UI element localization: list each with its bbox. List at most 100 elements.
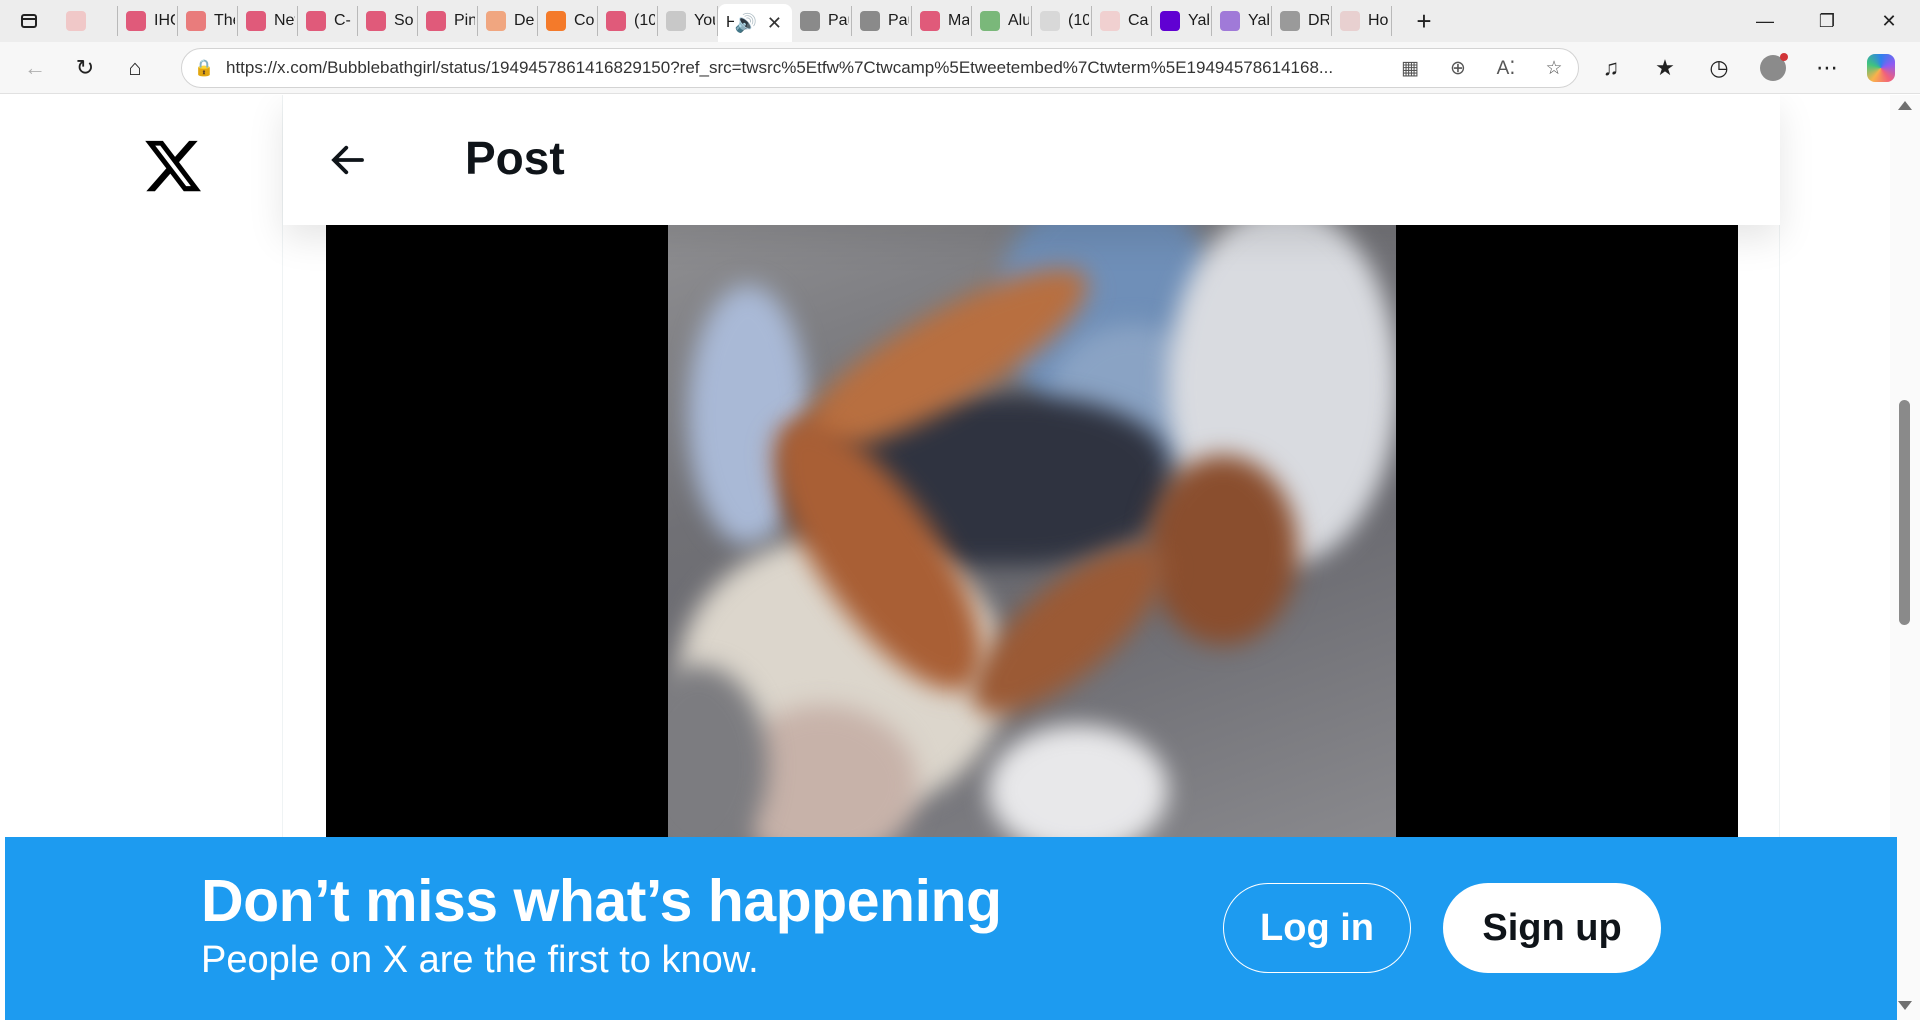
- tab-actions-icon: [21, 14, 37, 28]
- tab-label: Malc: [948, 12, 969, 29]
- tab-label: Alun: [1008, 12, 1029, 29]
- more-menu-icon[interactable]: ⋯: [1800, 48, 1854, 88]
- avatar: [1760, 53, 1788, 81]
- tab-label: Yahc: [1188, 12, 1209, 29]
- slash-icon: [1280, 11, 1300, 31]
- browser-tab[interactable]: [58, 6, 118, 36]
- tab-label: Coul: [574, 12, 595, 29]
- home-button[interactable]: ⌂: [110, 48, 160, 88]
- browser-tab[interactable]: HOR🔊 ✕: [718, 4, 792, 42]
- youtube-icon: [366, 11, 386, 31]
- url-text[interactable]: https://x.com/Bubblebathgirl/status/1949…: [226, 58, 1386, 78]
- tab-label: The: [214, 12, 235, 29]
- signup-banner: Don’t miss what’s happening People on X …: [5, 837, 1897, 1020]
- browser-tab[interactable]: So W: [358, 6, 418, 36]
- history-icon[interactable]: ◷: [1692, 48, 1746, 88]
- login-button[interactable]: Log in: [1223, 883, 1411, 973]
- browser-tab[interactable]: Yahc: [1152, 6, 1212, 36]
- tab-label: (100: [1068, 12, 1089, 29]
- browser-tab[interactable]: Dele: [478, 6, 538, 36]
- tab-label: DRU: [1308, 12, 1329, 29]
- browser-tab[interactable]: The: [178, 6, 238, 36]
- close-window-button[interactable]: ✕: [1858, 0, 1920, 42]
- cm-icon: [306, 11, 326, 31]
- web-page: Post Don’t miss what’s happening People …: [0, 95, 1920, 1020]
- browser-tab[interactable]: New: [238, 6, 298, 36]
- tab-label: Paul: [888, 12, 909, 29]
- site-info-icon[interactable]: 🔒: [182, 58, 226, 78]
- tab-actions-button[interactable]: [0, 0, 58, 42]
- fp-icon: [1040, 11, 1060, 31]
- tab-label: (100: [634, 12, 655, 29]
- address-bar[interactable]: 🔒 https://x.com/Bubblebathgirl/status/19…: [181, 48, 1579, 88]
- bookmark-icon: [546, 11, 566, 31]
- tab-label: Yahc: [1248, 12, 1269, 29]
- browser-tab[interactable]: C- W: [298, 6, 358, 36]
- page-title: Post: [465, 132, 565, 184]
- speaker-icon[interactable]: 🔊: [734, 13, 756, 34]
- browser-tab[interactable]: (100: [598, 6, 658, 36]
- minimize-button[interactable]: —: [1734, 0, 1796, 42]
- tab-label: Pink: [454, 12, 475, 29]
- browser-tab[interactable]: Coul: [538, 6, 598, 36]
- tab-label: So W: [394, 12, 415, 29]
- browser-tab[interactable]: Hon: [1332, 6, 1392, 36]
- video-player[interactable]: [326, 225, 1738, 845]
- copilot-button[interactable]: [1854, 48, 1908, 88]
- signup-button[interactable]: Sign up: [1443, 883, 1661, 973]
- zoom-icon[interactable]: ⊕: [1434, 57, 1482, 80]
- leaf-icon: [980, 11, 1000, 31]
- banner-title: Don’t miss what’s happening: [201, 868, 1002, 934]
- scroll-up-icon[interactable]: [1898, 101, 1912, 110]
- k-icon: [1340, 11, 1360, 31]
- browser-tab[interactable]: Paul: [792, 6, 852, 36]
- back-arrow-icon[interactable]: [327, 139, 369, 181]
- browser-toolbar: ← ↻ ⌂ 🔒 https://x.com/Bubblebathgirl/sta…: [0, 42, 1920, 94]
- youtube-icon: [606, 11, 626, 31]
- browser-tab[interactable]: (100: [1032, 6, 1092, 36]
- scrollbar-thumb[interactable]: [1899, 400, 1910, 625]
- browser-tab[interactable]: Pink: [418, 6, 478, 36]
- new-tab-button[interactable]: +: [1404, 0, 1444, 42]
- youtube-icon: [920, 11, 940, 31]
- profile-button[interactable]: [1746, 48, 1800, 88]
- tab-strip: IHGTheNewC- WSo WPinkDeleCoul(100YouTHOR…: [0, 0, 1920, 42]
- favorite-star-icon[interactable]: ☆: [1530, 57, 1578, 80]
- read-aloud-icon[interactable]: A⁚: [1482, 57, 1530, 80]
- tab-label: YouT: [694, 12, 715, 29]
- app-available-icon[interactable]: ▦: [1386, 57, 1434, 80]
- close-tab-icon[interactable]: ✕: [767, 13, 782, 34]
- tabs-list: IHGTheNewC- WSo WPinkDeleCoul(100YouTHOR…: [58, 0, 1392, 42]
- browser-tab[interactable]: Cari: [1092, 6, 1152, 36]
- tab-label: IHG: [154, 12, 175, 29]
- tab-label: New: [274, 12, 295, 29]
- favorites-icon[interactable]: ★: [1638, 48, 1692, 88]
- window-controls: — ❐ ✕: [1734, 0, 1920, 42]
- tab-label: Hon: [1368, 12, 1389, 29]
- yahoo-icon: [1220, 11, 1240, 31]
- circle-icon: [486, 11, 506, 31]
- tab-label: Paul: [828, 12, 849, 29]
- browser-tab[interactable]: IHG: [118, 6, 178, 36]
- browser-tab[interactable]: Malc: [912, 6, 972, 36]
- refresh-button[interactable]: ↻: [60, 48, 110, 88]
- browser-tab[interactable]: YouT: [658, 6, 718, 36]
- browser-tab[interactable]: Paul: [852, 6, 912, 36]
- post-header: Post: [283, 95, 1780, 225]
- browser-tab[interactable]: Alun: [972, 6, 1032, 36]
- restore-button[interactable]: ❐: [1796, 0, 1858, 42]
- browser-tab[interactable]: DRU: [1272, 6, 1332, 36]
- back-button[interactable]: ←: [10, 48, 60, 88]
- tab-label: Cari: [1128, 12, 1149, 29]
- tab-label: Dele: [514, 12, 535, 29]
- browser-tab[interactable]: Yahc: [1212, 6, 1272, 36]
- scroll-down-icon[interactable]: [1898, 1001, 1912, 1010]
- media-control-icon[interactable]: ♫: [1584, 48, 1638, 88]
- banner-subtitle: People on X are the first to know.: [201, 939, 759, 981]
- feather-icon: [1100, 11, 1120, 31]
- wifi-icon: [66, 11, 86, 31]
- x-icon: [860, 11, 880, 31]
- youtube-icon: [126, 11, 146, 31]
- x-logo-icon[interactable]: [140, 135, 206, 197]
- gp-icon: [666, 11, 686, 31]
